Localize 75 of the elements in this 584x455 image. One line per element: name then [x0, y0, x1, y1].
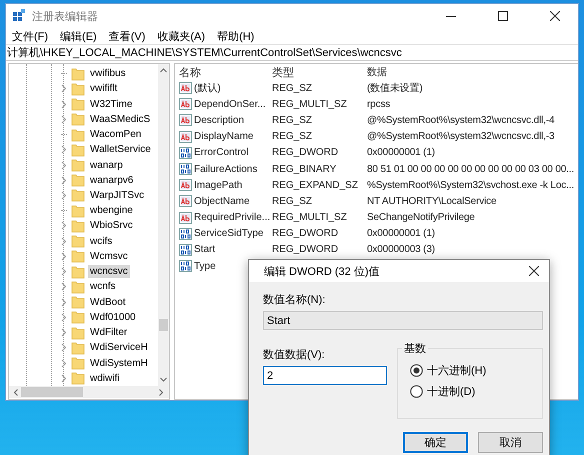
- radio-label[interactable]: 十六进制(H): [427, 363, 486, 378]
- tree-item[interactable]: Wdf01000: [88, 310, 138, 324]
- name-field: Start: [263, 311, 543, 330]
- value-name[interactable]: ErrorControl: [194, 147, 248, 158]
- tree-item[interactable]: WaaSMedicS: [88, 112, 152, 126]
- tree-item[interactable]: W32Time: [88, 98, 134, 111]
- tree-item[interactable]: vwififlt: [88, 82, 120, 96]
- value-type: REG_SZ: [272, 114, 312, 126]
- value-type: REG_SZ: [272, 196, 312, 207]
- value-type: REG_SZ: [272, 131, 312, 142]
- tree-item[interactable]: wcnfs: [88, 280, 118, 294]
- value-data: @%SystemRoot%\system32\wcncsvc.dll,-3: [367, 131, 554, 142]
- tree-item[interactable]: wanarpv6: [88, 174, 136, 187]
- value-name[interactable]: ImagePath: [194, 180, 242, 191]
- dialog-button[interactable]: 确定: [403, 432, 468, 453]
- value-name[interactable]: (默认): [194, 81, 221, 96]
- value-data: 0x00000001 (1): [367, 147, 435, 158]
- value-name[interactable]: DisplayName: [194, 131, 254, 142]
- input-field[interactable]: 2: [263, 366, 387, 385]
- column-header[interactable]: 名称: [175, 64, 272, 80]
- value-type: REG_BINARY: [272, 164, 336, 175]
- column-header[interactable]: 数据: [367, 65, 578, 79]
- tree-item[interactable]: WdiServiceH: [88, 341, 150, 354]
- value-name[interactable]: RequiredPrivile...: [194, 212, 270, 224]
- tree-item[interactable]: WdBoot: [88, 296, 128, 309]
- tree-item[interactable]: wcifs: [88, 234, 114, 248]
- column-header[interactable]: 类型: [272, 64, 367, 80]
- value-name[interactable]: ServiceSidType: [194, 228, 264, 240]
- value-data: %SystemRoot%\System32\svchost.exe -k Loc...: [367, 180, 574, 191]
- value-type: REG_DWORD: [272, 228, 338, 240]
- value-type: REG_MULTI_SZ: [272, 212, 347, 224]
- value-data: NT AUTHORITY\LocalService: [367, 196, 496, 207]
- tree-item[interactable]: WalletService: [88, 143, 153, 156]
- menu-item[interactable]: 查看(V): [102, 28, 152, 44]
- tree-item[interactable]: WdiSystemH: [88, 356, 150, 370]
- dialog-title: 编辑 DWORD (32 位)值: [264, 264, 380, 278]
- value-data: 0x00000003 (3): [367, 244, 435, 256]
- value-data: rpcss: [367, 98, 390, 110]
- value-name[interactable]: DependOnSer...: [194, 98, 266, 110]
- tree-item[interactable]: WacomPen: [88, 128, 144, 142]
- value-type: REG_MULTI_SZ: [272, 98, 347, 110]
- value-name[interactable]: Description: [194, 114, 244, 126]
- value-type: REG_SZ: [272, 82, 312, 94]
- value-type: REG_DWORD: [272, 244, 338, 256]
- tree-item[interactable]: Wcmsvc: [88, 250, 130, 263]
- menu-item[interactable]: 编辑(E): [54, 28, 103, 44]
- value-data: (数值未设置): [367, 83, 423, 94]
- menu-item[interactable]: 文件(F): [6, 28, 54, 44]
- value-name[interactable]: Start: [194, 244, 216, 256]
- dialog-button[interactable]: 取消: [478, 432, 543, 453]
- tree-item[interactable]: WbioSrvc: [88, 219, 135, 232]
- tree-item[interactable]: wbengine: [88, 204, 135, 218]
- tree-item[interactable]: wdiwifi: [88, 372, 122, 385]
- address-bar[interactable]: 计算机\HKEY_LOCAL_MACHINE\SYSTEM\CurrentControlSet\Services\wcncsvc: [7, 45, 402, 60]
- value-data: SeChangeNotifyPrivilege: [367, 212, 475, 224]
- menu-item[interactable]: 收藏夹(A): [151, 28, 212, 44]
- value-data: 80 51 01 00 00 00 00 00 00 00 00 00 03 00 00...: [367, 164, 574, 175]
- field-label: 数值名称(N):: [263, 293, 326, 306]
- menu-item[interactable]: 帮助(H): [211, 28, 260, 44]
- value-name[interactable]: FailureActions: [194, 164, 258, 175]
- window-title: 注册表编辑器: [32, 10, 99, 24]
- tree-item[interactable]: wcncsvc: [88, 265, 130, 278]
- value-data: 0x00000001 (1): [367, 228, 435, 240]
- tree-item[interactable]: WarpJITSvc: [88, 188, 146, 202]
- tree-item[interactable]: vwifibus: [88, 67, 128, 80]
- radio-label[interactable]: 十进制(D): [427, 384, 476, 399]
- value-type: REG_EXPAND_SZ: [272, 180, 358, 191]
- group-title: 基数: [402, 341, 428, 356]
- value-data: @%SystemRoot%\system32\wcncsvc.dll,-4: [367, 114, 554, 126]
- tree-item[interactable]: WdFilter: [88, 326, 130, 340]
- tree-item[interactable]: wanarp: [88, 158, 125, 172]
- value-name[interactable]: ObjectName: [194, 196, 250, 207]
- value-type: REG_DWORD: [272, 147, 338, 158]
- value-name[interactable]: Type: [194, 260, 216, 272]
- field-label: 数值数据(V):: [263, 348, 326, 361]
